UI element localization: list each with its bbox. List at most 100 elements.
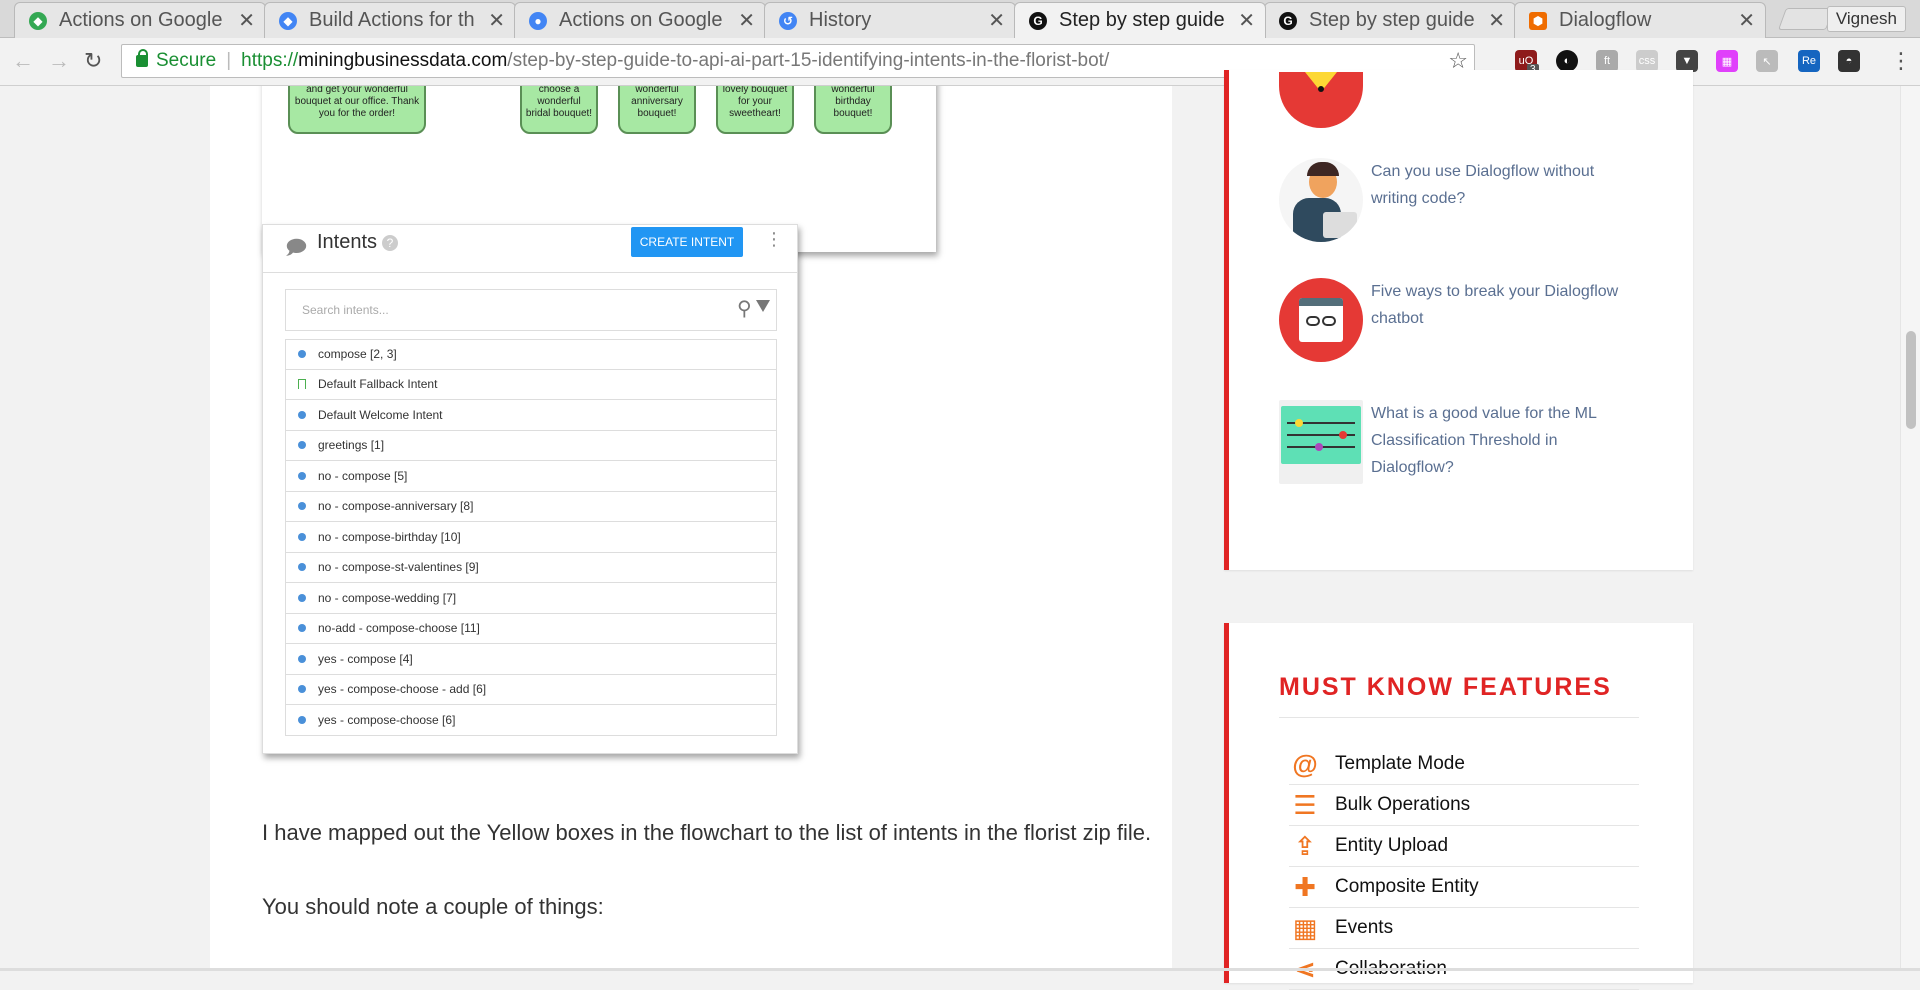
feature-item[interactable]: ⇪ Entity Upload	[1289, 826, 1639, 867]
person-laptop-icon	[1279, 158, 1363, 242]
close-icon[interactable]: ✕	[238, 8, 255, 33]
tab-step-by-step-active[interactable]: G Step by step guide ✕	[1014, 2, 1266, 38]
feature-item[interactable]: ▦ Events	[1289, 908, 1639, 949]
intent-label: Default Fallback Intent	[318, 377, 438, 392]
intents-screenshot: 🗩 Intents ? CREATE INTENT ⋮ ⚲ compose [2…	[262, 224, 798, 754]
intent-dot-icon	[298, 685, 306, 694]
google-actions-icon: ◆	[29, 11, 47, 30]
intent-row[interactable]: yes - compose [4]	[285, 644, 777, 675]
extension-icon[interactable]: ft	[1596, 50, 1618, 72]
new-tab-button[interactable]	[1777, 8, 1835, 30]
intent-row[interactable]: greetings [1]	[285, 430, 777, 461]
css-extension-icon[interactable]: css	[1636, 50, 1658, 72]
feature-label: Entity Upload	[1335, 835, 1449, 856]
intent-label: no - compose-st-valentines [9]	[318, 560, 479, 575]
google-actions-icon: ◆	[279, 11, 297, 30]
pocket-icon[interactable]: ▼	[1676, 50, 1698, 72]
intent-row[interactable]: no-add - compose-choose [11]	[285, 613, 777, 644]
search-icon[interactable]: ⚲	[737, 296, 752, 321]
close-icon[interactable]: ✕	[488, 8, 505, 33]
menu-icon[interactable]: ⋮	[1890, 48, 1912, 74]
intent-row[interactable]: no - compose-st-valentines [9]	[285, 552, 777, 583]
intent-row[interactable]: Default Welcome Intent	[285, 400, 777, 431]
tab-title: Actions on Google	[59, 9, 223, 31]
google-assistant-icon: ●	[529, 11, 547, 30]
close-icon[interactable]: ✕	[1738, 8, 1755, 33]
intent-search-input[interactable]	[302, 300, 702, 320]
feature-item[interactable]: @ Template Mode	[1289, 744, 1639, 785]
flowchart-box-bridal: Here you can choose a wonderful bridal b…	[520, 86, 598, 134]
page-scrollbar[interactable]	[1900, 86, 1920, 971]
article-paragraph: I have mapped out the Yellow boxes in th…	[262, 820, 1152, 845]
warning-thumb-icon	[1279, 72, 1363, 128]
feature-item[interactable]: ☰ Bulk Operations	[1289, 785, 1639, 826]
intent-label: no - compose [5]	[318, 468, 408, 483]
intent-row[interactable]: compose [2, 3]	[285, 339, 777, 370]
flowchart-box-sweetheart: Here you can choose a lovely bouquet for…	[716, 86, 794, 134]
related-post[interactable]: Can you use Dialogflow without writing c…	[1279, 158, 1631, 242]
post-link[interactable]: What is a good value for the ML Classifi…	[1371, 400, 1631, 484]
feature-label: Composite Entity	[1335, 876, 1479, 897]
re-extension-icon[interactable]: Re	[1798, 50, 1820, 72]
plus-icon: ✚	[1294, 871, 1316, 902]
forward-icon[interactable]: →	[48, 48, 70, 74]
intent-row[interactable]: no - compose [5]	[285, 461, 777, 492]
intent-dot-icon	[298, 624, 306, 633]
intent-list: compose [2, 3] Default Fallback Intent D…	[285, 339, 777, 736]
tab-actions-on-google-2[interactable]: ● Actions on Google ✕	[514, 2, 766, 38]
tab-build-actions[interactable]: ◆ Build Actions for th ✕	[264, 2, 516, 38]
tab-history[interactable]: ↺ History ✕	[764, 2, 1016, 38]
intents-title: Intents	[317, 231, 378, 253]
chat-bubble-icon: 🗩	[285, 237, 308, 259]
intent-label: compose [2, 3]	[318, 347, 397, 362]
tab-dialogflow[interactable]: ⬢ Dialogflow ✕	[1514, 2, 1766, 38]
broken-chain-icon	[1279, 278, 1363, 362]
intent-row[interactable]: yes - compose-choose - add [6]	[285, 674, 777, 705]
intent-dot-icon	[298, 441, 306, 450]
create-intent-button[interactable]: CREATE INTENT	[631, 227, 743, 257]
intent-row[interactable]: no - compose-wedding [7]	[285, 583, 777, 614]
intent-row[interactable]: Default Fallback Intent	[285, 369, 777, 400]
theme-extension-icon[interactable]: ◐	[1556, 50, 1578, 72]
intent-row[interactable]: no - compose-birthday [10]	[285, 522, 777, 553]
close-icon[interactable]: ✕	[1238, 8, 1255, 33]
intent-row[interactable]: no - compose-anniversary [8]	[285, 491, 777, 522]
post-link[interactable]: Can you use Dialogflow without writing c…	[1371, 158, 1631, 242]
pointer-extension-icon[interactable]: ↖	[1756, 50, 1778, 72]
intent-dot-icon	[298, 593, 306, 602]
intent-row[interactable]: yes - compose-choose [6]	[285, 705, 777, 736]
intent-label: greetings [1]	[318, 438, 385, 453]
intent-label: no - compose-birthday [10]	[318, 529, 461, 544]
feature-label: Bulk Operations	[1335, 794, 1471, 815]
intent-dot-icon	[298, 563, 306, 572]
profile-button[interactable]: Vignesh	[1826, 6, 1906, 32]
fallback-bookmark-icon	[298, 379, 306, 390]
at-sign-icon: @	[1292, 748, 1318, 779]
intent-label: Default Welcome Intent	[318, 407, 443, 422]
close-icon[interactable]: ✕	[988, 8, 1005, 33]
features-heading: MUST KNOW FEATURES	[1279, 673, 1612, 701]
reload-icon[interactable]: ↻	[84, 48, 102, 74]
post-link[interactable]: Five ways to break your Dialogflow chatb…	[1371, 278, 1631, 362]
incognito-icon[interactable]: ◓	[1838, 50, 1860, 72]
article-content: Super! You can purchase and get your won…	[210, 86, 1172, 971]
tab-step-by-step[interactable]: G Step by step guide ✕	[1264, 2, 1516, 38]
more-options-icon[interactable]: ⋮	[765, 229, 783, 250]
related-post[interactable]: What is a good value for the ML Classifi…	[1279, 400, 1631, 484]
url-protocol: https://	[241, 50, 299, 71]
color-picker-icon[interactable]: ▦	[1716, 50, 1738, 72]
divider	[1279, 717, 1639, 718]
related-post[interactable]: Five ways to break your Dialogflow chatb…	[1279, 278, 1631, 362]
tab-actions-on-google-1[interactable]: ◆ Actions on Google ✕	[14, 2, 266, 38]
back-icon[interactable]: ←	[12, 48, 34, 74]
scrollbar-thumb[interactable]	[1906, 331, 1916, 429]
filter-icon[interactable]	[756, 300, 770, 312]
github-icon: G	[1029, 11, 1047, 30]
close-icon[interactable]: ✕	[1488, 8, 1505, 33]
intent-dot-icon	[298, 502, 306, 511]
url-path: /step-by-step-guide-to-api-ai-part-15-id…	[507, 50, 1110, 71]
feature-item[interactable]: ✚ Composite Entity	[1289, 867, 1639, 908]
close-icon[interactable]: ✕	[738, 8, 755, 33]
url-host: miningbusinessdata.com	[298, 50, 508, 71]
intent-label: yes - compose-choose - add [6]	[318, 682, 487, 697]
